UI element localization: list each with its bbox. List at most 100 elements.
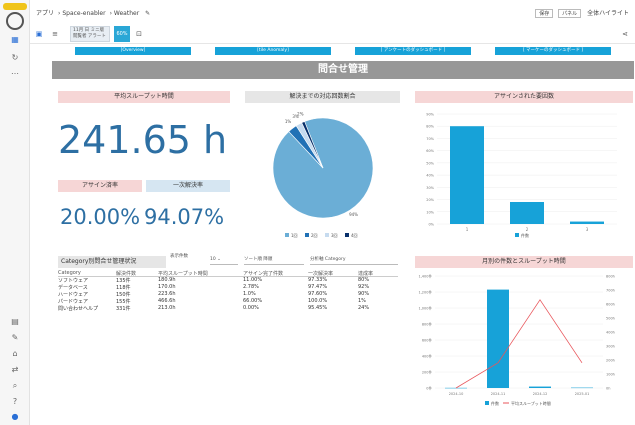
- app-logo[interactable]: [6, 12, 24, 30]
- pie-label-2: 1%: [285, 119, 292, 124]
- bar-chart: 0% 10% 20% 30% 40% 50% 60% 70% 80% 90% 1 2 3 件数: [426, 113, 617, 238]
- table-header-cell: 達成率: [358, 271, 374, 277]
- table-cell: データベース: [58, 285, 88, 291]
- bar-y-tick: 70%: [426, 137, 434, 141]
- bar-y-tick: 90%: [426, 113, 434, 117]
- crumb-space[interactable]: Space-enabler: [62, 10, 105, 17]
- combo-bar-2024-11[interactable]: [487, 289, 509, 388]
- combo-y2-tick: 800h: [606, 275, 615, 279]
- bar-y-tick: 40%: [426, 174, 434, 178]
- kpi1-value: 241.65 h: [58, 118, 228, 162]
- sort-select[interactable]: ソート順 降順: [244, 255, 304, 265]
- dashboard-icon[interactable]: ▦: [9, 34, 21, 46]
- table-row[interactable]: データベース 118件 170.0h 2.78% 97.47% 92%: [58, 284, 398, 291]
- crumb-app[interactable]: アプリ: [36, 10, 54, 17]
- bar-y-tick: 10%: [426, 210, 434, 214]
- combo-y2-tick: 500h: [606, 317, 615, 321]
- combo-y-tick: 400件: [422, 354, 433, 359]
- table-title: Category別問合せ管理状況: [58, 256, 166, 268]
- combo-y-tick: 1,400件: [418, 274, 432, 279]
- combo-bar-2024-12[interactable]: [529, 386, 551, 388]
- combo-bar-2025-01[interactable]: [571, 387, 593, 389]
- menu-icon[interactable]: ≡: [50, 27, 60, 41]
- app-window: ▦ ↻ … ▤ ✎ ⌂ ⇄ ⌕ ? ● アプリ › Space-enabler › …: [0, 0, 635, 425]
- combo-y-tick: 1,200件: [418, 290, 432, 295]
- nav-anomaly-button[interactable]: [tile Anomaly]: [215, 47, 331, 55]
- table-cell: 2.78%: [243, 284, 259, 290]
- date-filter[interactable]: 11月 日 ミニ版 閲覧者 アラート: [70, 26, 110, 42]
- combo-y2-tick: 200h: [606, 359, 615, 363]
- table-header-cell: Category: [58, 270, 81, 276]
- page-size-select[interactable]: 10 ⌄: [210, 255, 238, 265]
- table-cell: 66.00%: [243, 298, 263, 304]
- toolbar: ▣ ≡ 11月 日 ミニ版 閲覧者 アラート 60% ⊡ ⋖: [30, 24, 635, 44]
- grid-icon[interactable]: ▤: [9, 316, 21, 328]
- bar-y-tick: 60%: [426, 149, 434, 153]
- zoom-level[interactable]: 60%: [114, 26, 130, 42]
- table-cell: 92%: [358, 284, 370, 290]
- table-header-cell: アサイン完了件数: [243, 271, 284, 277]
- user-icon[interactable]: ●: [9, 411, 21, 423]
- combo-y2-tick: 700h: [606, 289, 615, 293]
- combo-y-tick: 600件: [422, 338, 433, 343]
- nav-marketing-button[interactable]: [ マーケーのダッシュボード ]: [495, 47, 611, 55]
- pie-legend-swatch: [345, 233, 349, 237]
- kpi2-value: 20.00%: [60, 205, 141, 229]
- fit-icon[interactable]: ⊡: [134, 27, 144, 41]
- table-row[interactable]: ハードウェア 150件 223.6h 1.0% 97.60% 90%: [58, 291, 398, 298]
- nav-survey-button[interactable]: [ アンケートのダッシュボード ]: [355, 47, 471, 55]
- crumb-report[interactable]: Weather: [114, 10, 139, 17]
- combo-legend-count: 件数: [491, 400, 499, 406]
- bar-y-tick: 0%: [428, 223, 434, 227]
- table-cell: 155件: [116, 299, 131, 305]
- bar-chart-title: アサインされた要因数: [415, 91, 633, 103]
- combo-y-tick: 800件: [422, 322, 433, 327]
- combo-y2-tick: 600h: [606, 303, 615, 307]
- search-icon[interactable]: ⌕: [9, 380, 21, 392]
- panel-field[interactable]: パネル: [558, 9, 582, 18]
- combo-line-throughput[interactable]: [455, 299, 583, 389]
- table-header-cell: 平均スループット時間: [158, 271, 208, 277]
- view-icon[interactable]: ▣: [34, 27, 44, 41]
- combo-y-tick: 200件: [422, 370, 433, 375]
- refresh-icon[interactable]: ↻: [9, 52, 21, 64]
- edit-icon[interactable]: ✎: [9, 332, 21, 344]
- table-row[interactable]: パードウェア 155件 466.6h 66.00% 100.0% 1%: [58, 298, 398, 305]
- bank-icon[interactable]: ⌂: [9, 348, 21, 360]
- table-cell: 97.60%: [308, 291, 328, 297]
- table-header-cell: 解決件数: [116, 271, 137, 277]
- pie-title: 解決までの対応回数割合: [245, 91, 400, 103]
- highlight-label[interactable]: 全体ハイライト: [587, 10, 629, 17]
- share-icon[interactable]: ⋖: [620, 27, 630, 41]
- header: アプリ › Space-enabler › Weather ✎ 保存 パネル 全体ハ…: [30, 0, 635, 24]
- table-cell: 0.00%: [243, 305, 259, 311]
- table-cell: 95.45%: [308, 305, 328, 311]
- bar-y-tick: 50%: [426, 161, 434, 165]
- combo-y2-tick: 400h: [606, 331, 615, 335]
- table-cell: 100.0%: [308, 298, 328, 304]
- table-cell: 223.6h: [158, 291, 176, 297]
- combo-x-tick: 2024-10: [449, 392, 464, 396]
- edit-title-icon[interactable]: ✎: [145, 10, 150, 17]
- bar-2[interactable]: [510, 202, 544, 224]
- pie-label-4: 2%: [297, 112, 304, 117]
- table-cell: 1%: [358, 298, 366, 304]
- breadcrumb: アプリ › Space-enabler › Weather ✎: [36, 10, 151, 17]
- more-icon[interactable]: …: [9, 66, 21, 78]
- kpi3-value: 94.07%: [144, 205, 225, 229]
- save-field[interactable]: 保存: [535, 9, 554, 18]
- kpi1-label: 平均スループット時間: [58, 91, 230, 103]
- table-row[interactable]: ソフトウェア 135件 180.9h 11.00% 97.33% 80%: [58, 277, 398, 284]
- bar-1[interactable]: [450, 126, 484, 224]
- bar-3[interactable]: [570, 221, 604, 224]
- combo-legend-swatch-count: [485, 401, 489, 405]
- table-row[interactable]: 問い合わせヘルプ 331件 213.0h 0.00% 95.45% 24%: [58, 305, 398, 312]
- help-icon[interactable]: ?: [9, 396, 21, 408]
- bar-y-tick: 80%: [426, 125, 434, 129]
- bar-x-tick: 1: [466, 227, 469, 232]
- combo-y2-tick: 300h: [606, 345, 615, 349]
- axis-select[interactable]: 分析軸 Category: [310, 255, 398, 265]
- swap-icon[interactable]: ⇄: [9, 364, 21, 376]
- nav-overview-button[interactable]: [Overview]: [75, 47, 191, 55]
- pie-label-1: 94%: [349, 212, 358, 217]
